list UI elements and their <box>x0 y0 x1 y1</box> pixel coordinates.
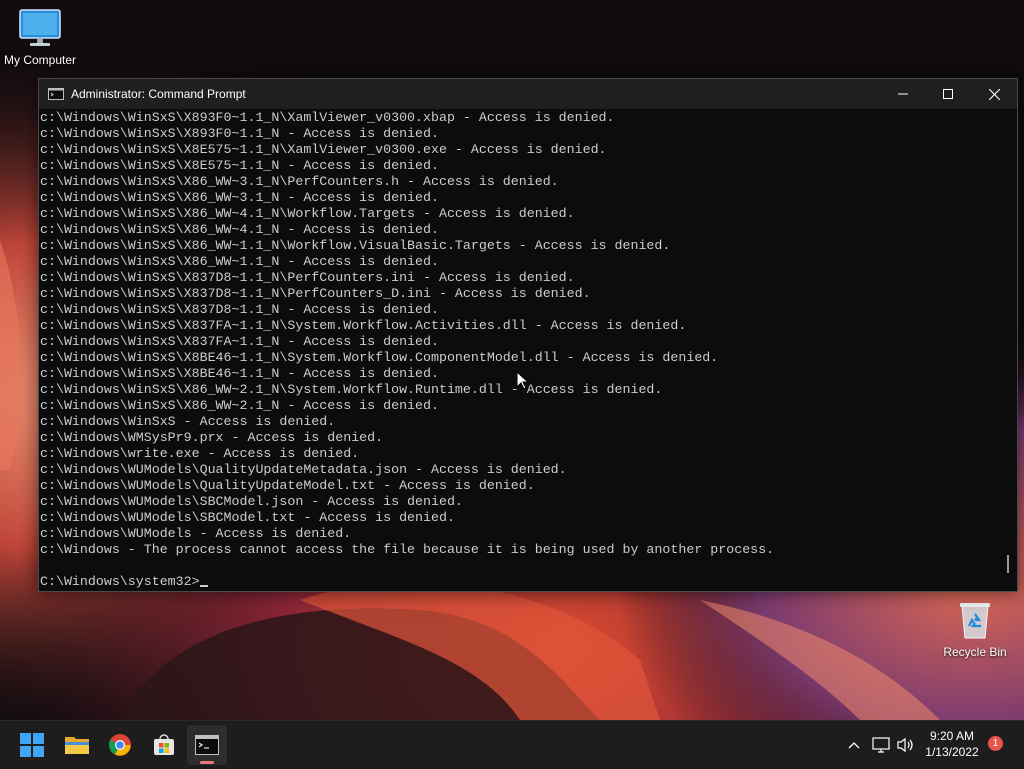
clock-time: 9:20 AM <box>929 729 975 743</box>
volume-button[interactable] <box>894 721 916 769</box>
chrome-icon <box>109 734 131 756</box>
maximize-icon <box>943 89 953 99</box>
taskbar-command-prompt[interactable] <box>187 725 227 765</box>
console-line: c:\Windows\WinSxS\X86_WW~1.1_N - Access … <box>40 254 439 269</box>
clock-date: 1/13/2022 <box>925 745 979 759</box>
recycle-bin-icon <box>960 603 990 639</box>
console-line: c:\Windows\WinSxS\X837FA~1.1_N - Access … <box>40 334 439 349</box>
close-button[interactable] <box>971 79 1017 109</box>
scrollbar-thumb[interactable] <box>1007 555 1009 573</box>
notification-badge[interactable]: 1 <box>988 736 1003 751</box>
active-app-indicator <box>200 761 214 764</box>
desktop-icon-label: Recycle Bin <box>943 645 1007 659</box>
console-line: c:\Windows\WinSxS\X8BE46~1.1_N\System.Wo… <box>40 350 719 365</box>
console-line: c:\Windows\WUModels\QualityUpdateModel.t… <box>40 478 535 493</box>
console-line: c:\Windows\WinSxS - Access is denied. <box>40 414 336 429</box>
console-prompt-line[interactable]: C:\Windows\system32> <box>40 574 1000 590</box>
folder-icon <box>65 737 89 754</box>
console-line: c:\Windows\WUModels\SBCModel.json - Acce… <box>40 494 463 509</box>
network-button[interactable] <box>870 721 892 769</box>
console-line: c:\Windows\WMSysPr9.prx - Access is deni… <box>40 430 384 445</box>
taskbar: 9:20 AM 1/13/2022 <box>0 720 1024 769</box>
console-line: c:\Windows\WinSxS\X86_WW~1.1_N\Workflow.… <box>40 238 671 253</box>
window-titlebar[interactable]: Administrator: Command Prompt <box>39 79 1017 109</box>
monitor-icon <box>19 9 61 46</box>
desktop-icon-my-computer[interactable]: My Computer <box>0 8 80 67</box>
console-line: c:\Windows\WUModels - Access is denied. <box>40 526 352 541</box>
windows-start-icon <box>20 733 44 757</box>
taskbar-clock[interactable]: 9:20 AM 1/13/2022 <box>920 728 984 760</box>
volume-icon <box>897 737 913 753</box>
console-line: c:\Windows\WinSxS\X86_WW~4.1_N - Access … <box>40 222 439 237</box>
console-output[interactable]: c:\Windows\WinSxS\X893F0~1.1_N\XamlViewe… <box>39 109 1000 592</box>
console-line: c:\Windows\WinSxS\X86_WW~3.1_N - Access … <box>40 190 439 205</box>
desktop-icon-recycle-bin[interactable]: Recycle Bin <box>935 598 1015 659</box>
console-line: c:\Windows\WinSxS\X8E575~1.1_N\XamlViewe… <box>40 142 607 157</box>
store-icon <box>154 734 174 755</box>
console-line: c:\Windows\WinSxS\X837FA~1.1_N\System.Wo… <box>40 318 687 333</box>
console-scrollbar[interactable] <box>999 109 1017 591</box>
console-line: c:\Windows\WinSxS\X86_WW~4.1_N\Workflow.… <box>40 206 575 221</box>
console-line: c:\Windows\WinSxS\X893F0~1.1_N - Access … <box>40 126 439 141</box>
minimize-icon <box>898 93 908 95</box>
maximize-button[interactable] <box>925 79 971 109</box>
console-prompt: C:\Windows\system32> <box>40 574 200 589</box>
taskbar-store[interactable] <box>144 725 184 765</box>
cmd-icon <box>195 735 219 755</box>
close-icon <box>988 88 1000 100</box>
window-title: Administrator: Command Prompt <box>71 87 246 101</box>
console-line: c:\Windows\WinSxS\X86_WW~2.1_N - Access … <box>40 398 439 413</box>
mouse-pointer-icon <box>516 371 530 390</box>
text-cursor <box>199 585 208 587</box>
console-line: c:\Windows\WinSxS\X8E575~1.1_N - Access … <box>40 158 439 173</box>
console-line: c:\Windows\write.exe - Access is denied. <box>40 446 360 461</box>
console-line: c:\Windows\WinSxS\X837D8~1.1_N - Access … <box>40 302 439 317</box>
console-line: c:\Windows\WinSxS\X893F0~1.1_N\XamlViewe… <box>40 110 615 125</box>
command-prompt-window[interactable]: Administrator: Command Prompt c:\Windows… <box>38 78 1018 592</box>
console-line: c:\Windows\WinSxS\X837D8~1.1_N\PerfCount… <box>40 270 575 285</box>
console-line: c:\Windows\WinSxS\X837D8~1.1_N\PerfCount… <box>40 286 591 301</box>
cmd-icon <box>48 88 64 100</box>
console-line: c:\Windows\WUModels\SBCModel.txt - Acces… <box>40 510 455 525</box>
taskbar-chrome[interactable] <box>100 725 140 765</box>
taskbar-file-explorer[interactable] <box>57 725 97 765</box>
console-line: c:\Windows\WinSxS\X86_WW~3.1_N\PerfCount… <box>40 174 559 189</box>
network-icon <box>872 737 890 753</box>
show-hidden-icons-button[interactable] <box>843 721 865 769</box>
console-line: c:\Windows\WUModels\QualityUpdateMetadat… <box>40 462 567 477</box>
minimize-button[interactable] <box>880 79 926 109</box>
console-line: c:\Windows - The process cannot access t… <box>40 542 775 557</box>
start-button[interactable] <box>12 725 52 765</box>
chevron-up-icon <box>848 742 860 749</box>
desktop-icon-label: My Computer <box>3 53 77 67</box>
